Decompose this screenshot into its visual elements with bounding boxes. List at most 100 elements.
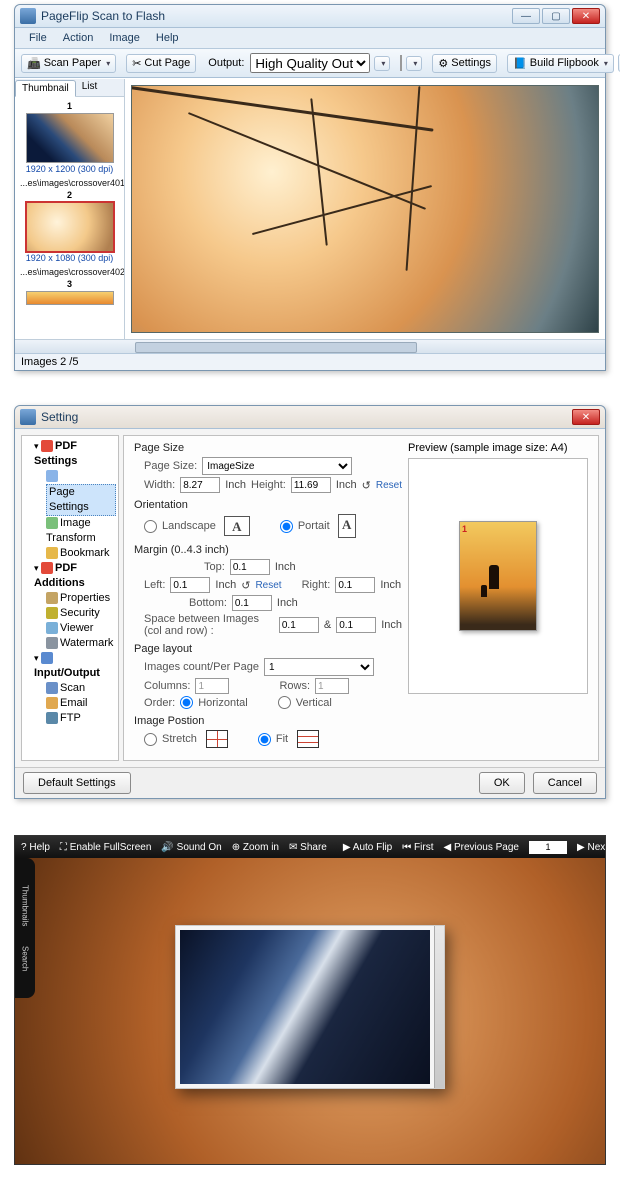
titlebar[interactable]: PageFlip Scan to Flash — ▢ ✕ [15, 5, 605, 28]
default-settings-button[interactable]: Default Settings [23, 772, 131, 794]
prev-button[interactable]: ◀ Previous Page [443, 842, 519, 853]
columns-input[interactable] [195, 678, 229, 694]
menu-help[interactable]: Help [150, 31, 185, 45]
tree-input-output[interactable]: Input/Output [34, 667, 100, 679]
group-position: Image Postion Stretch Fit [134, 715, 402, 748]
thumb-size-2: 1920 x 1080 (300 dpi) [20, 253, 119, 263]
page-edge[interactable] [434, 926, 444, 1088]
settings-titlebar[interactable]: Setting ✕ [15, 406, 605, 429]
radio-portrait[interactable] [280, 520, 293, 533]
menu-image[interactable]: Image [103, 31, 146, 45]
thumb-path-1: ...es\images\crossover401.jpg [20, 178, 119, 188]
autoflip-button[interactable]: ▶ Auto Flip [343, 842, 392, 853]
settings-app-icon [20, 409, 36, 425]
thumbnail-1[interactable] [26, 113, 114, 163]
menu-file[interactable]: File [23, 31, 53, 45]
reset-margin-link[interactable]: Reset [255, 580, 281, 591]
help-button[interactable]: ? Help [21, 842, 50, 853]
label-landscape: Landscape [162, 520, 216, 532]
settings-button[interactable]: ⚙ Settings [432, 54, 497, 73]
reset-icon: ↺ [362, 479, 371, 492]
output-select[interactable]: High Quality Output [250, 53, 370, 73]
label-vertical: Vertical [296, 697, 332, 709]
heading-layout: Page layout [134, 643, 402, 655]
share-button[interactable]: ✉ Share [289, 842, 327, 853]
page-size-select[interactable]: ImageSize [202, 457, 352, 475]
settings-tree[interactable]: PDF Settings Page Settings Image Transfo… [21, 435, 119, 761]
cancel-button[interactable]: Cancel [533, 772, 597, 794]
silhouette-child-icon [481, 585, 487, 597]
margin-top-input[interactable] [230, 559, 270, 575]
reset-size-link[interactable]: Reset [376, 480, 402, 491]
radio-landscape[interactable] [144, 520, 157, 533]
tree-security[interactable]: Security [60, 607, 100, 619]
rows-input[interactable] [315, 678, 349, 694]
radio-vertical[interactable] [278, 696, 291, 709]
cut-page-button[interactable]: ✂ Cut Page [126, 54, 196, 73]
thumb-path-2: ...es\images\crossover402.jpg [20, 267, 119, 277]
thumb-num-2: 2 [20, 190, 119, 200]
page-input[interactable] [529, 841, 567, 854]
radio-stretch[interactable] [144, 733, 157, 746]
perpage-select[interactable]: 1 [264, 658, 374, 676]
tree-bookmark[interactable]: Bookmark [60, 547, 110, 559]
maximize-button[interactable]: ▢ [542, 8, 570, 24]
width-input[interactable] [180, 477, 220, 493]
cut-label: Cut Page [144, 57, 190, 69]
flipbook-page[interactable] [175, 925, 445, 1089]
tree-page-settings[interactable]: Page Settings [46, 484, 116, 516]
tree-email[interactable]: Email [60, 697, 88, 709]
zoom-button[interactable]: ⊕ Zoom in [232, 842, 279, 853]
minimize-button[interactable]: — [512, 8, 540, 24]
output-dropdown-button[interactable] [374, 56, 390, 71]
preview-image[interactable] [131, 85, 599, 333]
next-button[interactable]: ▶ Next Page [577, 842, 606, 853]
flipbook-viewer: ? Help ⛶ Enable FullScreen 🔊 Sound On ⊕ … [14, 835, 606, 1165]
horizontal-scrollbar[interactable] [15, 339, 605, 353]
scan-paper-button[interactable]: 📠 Scan Paper [21, 54, 116, 73]
preview-pane [125, 79, 605, 339]
label-columns: Columns: [144, 680, 190, 692]
tree-properties[interactable]: Properties [60, 592, 110, 604]
thumbnail-panel: Thumbnail List 1 1920 x 1200 (300 dpi) .… [15, 79, 125, 339]
close-button[interactable]: ✕ [572, 8, 600, 24]
tab-list[interactable]: List [76, 79, 104, 96]
thumbnails-tab[interactable]: Thumbnails [21, 885, 30, 926]
label-perpage: Images count/Per Page [144, 661, 259, 673]
tree-watermark[interactable]: Watermark [60, 637, 113, 649]
label-portrait: Portait [298, 520, 330, 532]
first-button[interactable]: ⏮ First [402, 842, 433, 853]
radio-horizontal[interactable] [180, 696, 193, 709]
space-col-input[interactable] [279, 617, 319, 633]
tree-viewer[interactable]: Viewer [60, 622, 93, 634]
ok-button[interactable]: OK [479, 772, 525, 794]
unit-left: Inch [215, 579, 236, 591]
thumbnail-2[interactable] [26, 202, 114, 252]
radio-fit[interactable] [258, 733, 271, 746]
margin-right-input[interactable] [335, 577, 375, 593]
tree-ftp[interactable]: FTP [60, 712, 81, 724]
landscape-icon: A [224, 516, 250, 536]
tab-thumbnail[interactable]: Thumbnail [15, 80, 76, 97]
label-width: Width: [144, 479, 175, 491]
fullscreen-button[interactable]: ⛶ Enable FullScreen [60, 842, 152, 853]
space-row-input[interactable] [336, 617, 376, 633]
label-page-size: Page Size: [144, 460, 197, 472]
sound-button[interactable]: 🔊 Sound On [161, 842, 221, 853]
silhouette-adult-icon [489, 565, 499, 589]
margin-left-input[interactable] [170, 577, 210, 593]
height-input[interactable] [291, 477, 331, 493]
color-dropdown-button[interactable] [406, 56, 422, 71]
margin-bottom-input[interactable] [232, 595, 272, 611]
tree-scan[interactable]: Scan [60, 682, 85, 694]
thumbnail-3[interactable] [26, 291, 114, 305]
build-flipbook-button[interactable]: 📘 Build Flipbook [507, 54, 614, 73]
search-tab[interactable]: Search [21, 946, 30, 971]
unit-height: Inch [336, 479, 357, 491]
build-label: Build Flipbook [530, 57, 599, 69]
settings-close-button[interactable]: ✕ [572, 409, 600, 425]
menu-action[interactable]: Action [57, 31, 100, 45]
unit-width: Inch [225, 479, 246, 491]
settings-label: Settings [451, 57, 491, 69]
color-swatch[interactable] [400, 55, 402, 71]
